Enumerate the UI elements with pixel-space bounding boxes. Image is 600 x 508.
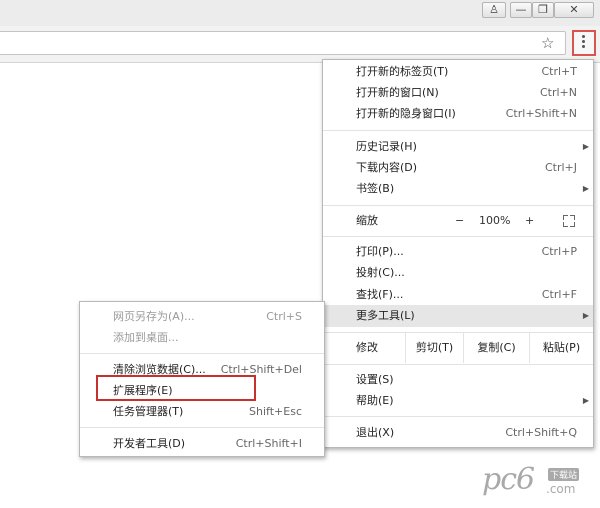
zoom-out-button[interactable]: − [455, 211, 464, 231]
zoom-label: 缩放 [356, 214, 378, 227]
paste-button[interactable]: 粘贴(P) [529, 333, 593, 363]
watermark-tag: 下载站 [548, 468, 580, 481]
menu-item-shortcut: Shift+Esc [249, 405, 302, 418]
close-icon: ✕ [569, 3, 579, 16]
menu-separator [323, 416, 593, 417]
submenu-arrow-icon: ▶ [582, 184, 589, 193]
zoom-in-button[interactable]: + [525, 211, 534, 231]
menu-item-label: 打开新的隐身窗口(I) [356, 107, 456, 120]
menu-item-label: 打印(P)... [356, 245, 404, 258]
menu-item-label: 投射(C)... [356, 266, 405, 279]
chrome-main-menu: 打开新的标签页(T) Ctrl+T 打开新的窗口(N) Ctrl+N 打开新的隐… [322, 59, 594, 448]
menu-item-label: 网页另存为(A)... [113, 310, 195, 323]
menu-separator [323, 130, 593, 131]
browser-toolbar: ☆ [0, 26, 600, 63]
more-tools-submenu: 网页另存为(A)... Ctrl+S 添加到桌面... 清除浏览数据(C)...… [79, 301, 325, 457]
extensions-highlight-box [96, 375, 256, 401]
cut-button[interactable]: 剪切(T) [405, 333, 463, 363]
more-vert-icon [582, 35, 586, 50]
close-button[interactable]: ✕ [554, 2, 594, 18]
menu-separator [80, 427, 324, 428]
menu-edit-row: 修改 剪切(T) 复制(C) 粘贴(P) [323, 333, 593, 363]
submenu-item-task-manager[interactable]: 任务管理器(T) Shift+Esc [80, 402, 324, 422]
menu-item-shortcut: Ctrl+Shift+N [505, 107, 577, 120]
address-bar[interactable]: ☆ [0, 31, 566, 55]
menu-item-find[interactable]: 查找(F)... Ctrl+F [323, 285, 593, 305]
menu-item-new-incognito-window[interactable]: 打开新的隐身窗口(I) Ctrl+Shift+N [323, 104, 593, 124]
menu-item-shortcut: Ctrl+Shift+Q [505, 426, 577, 439]
user-icon: ♙ [489, 3, 499, 16]
menu-item-shortcut: Ctrl+F [541, 288, 577, 301]
menu-item-shortcut: Ctrl+S [266, 310, 302, 323]
menu-separator [323, 205, 593, 206]
menu-item-shortcut: Ctrl+T [541, 65, 577, 78]
copy-button[interactable]: 复制(C) [463, 333, 529, 363]
menu-item-exit[interactable]: 退出(X) Ctrl+Shift+Q [323, 423, 593, 443]
menu-item-label: 历史记录(H) [356, 140, 417, 153]
zoom-level-value: 100% [479, 214, 511, 227]
submenu-arrow-icon: ▶ [582, 396, 589, 405]
menu-item-label: 书签(B) [356, 182, 395, 195]
submenu-item-developer-tools[interactable]: 开发者工具(D) Ctrl+Shift+I [80, 434, 324, 454]
pc6-watermark-logo: pc6 下载站 .com [482, 462, 592, 502]
title-bar: ♙ — ❐ ✕ [0, 0, 600, 26]
menu-item-label: 打开新的标签页(T) [356, 65, 449, 78]
menu-item-label: 添加到桌面... [113, 331, 179, 344]
menu-item-label: 帮助(E) [356, 394, 394, 407]
maximize-button[interactable]: ❐ [532, 2, 554, 18]
minimize-icon: — [515, 3, 527, 16]
menu-item-label: 设置(S) [356, 373, 394, 386]
menu-item-downloads[interactable]: 下载内容(D) Ctrl+J [323, 158, 593, 178]
edit-label: 修改 [356, 341, 378, 354]
menu-item-label: 更多工具(L) [356, 309, 415, 322]
fullscreen-icon[interactable] [563, 215, 575, 227]
submenu-item-add-to-desktop[interactable]: 添加到桌面... [80, 328, 324, 348]
menu-item-bookmarks[interactable]: 书签(B) ▶ [323, 179, 593, 199]
menu-item-shortcut: Ctrl+P [541, 245, 577, 258]
menu-separator [323, 364, 593, 365]
menu-item-more-tools[interactable]: 更多工具(L) ▶ [323, 305, 593, 327]
menu-item-help[interactable]: 帮助(E) ▶ [323, 391, 593, 411]
menu-item-history[interactable]: 历史记录(H) ▶ [323, 137, 593, 157]
menu-item-label: 退出(X) [356, 426, 395, 439]
menu-item-label: 开发者工具(D) [113, 437, 186, 450]
menu-zoom-row: 缩放 − 100% + [323, 211, 593, 231]
chrome-menu-button[interactable] [572, 30, 596, 56]
watermark-domain: .com [546, 482, 576, 496]
menu-item-label: 任务管理器(T) [113, 405, 184, 418]
menu-separator [323, 236, 593, 237]
menu-item-new-window[interactable]: 打开新的窗口(N) Ctrl+N [323, 83, 593, 103]
user-profile-button[interactable]: ♙ [482, 2, 506, 18]
bookmark-star-icon[interactable]: ☆ [541, 34, 554, 52]
menu-item-shortcut: Ctrl+N [539, 86, 577, 99]
minimize-button[interactable]: — [510, 2, 532, 18]
submenu-arrow-icon: ▶ [582, 142, 589, 151]
menu-item-shortcut: Ctrl+Shift+I [235, 437, 302, 450]
menu-item-print[interactable]: 打印(P)... Ctrl+P [323, 242, 593, 262]
submenu-arrow-icon: ▶ [582, 311, 589, 320]
menu-separator [80, 353, 324, 354]
menu-item-label: 下载内容(D) [356, 161, 418, 174]
menu-item-settings[interactable]: 设置(S) [323, 370, 593, 390]
menu-item-shortcut: Ctrl+J [544, 161, 577, 174]
menu-item-new-tab[interactable]: 打开新的标签页(T) Ctrl+T [323, 62, 593, 82]
submenu-item-save-page-as[interactable]: 网页另存为(A)... Ctrl+S [80, 307, 324, 327]
watermark-brand: pc6 [482, 462, 535, 497]
maximize-icon: ❐ [538, 3, 548, 16]
menu-item-label: 查找(F)... [356, 288, 404, 301]
menu-item-cast[interactable]: 投射(C)... [323, 263, 593, 283]
menu-item-label: 打开新的窗口(N) [356, 86, 439, 99]
